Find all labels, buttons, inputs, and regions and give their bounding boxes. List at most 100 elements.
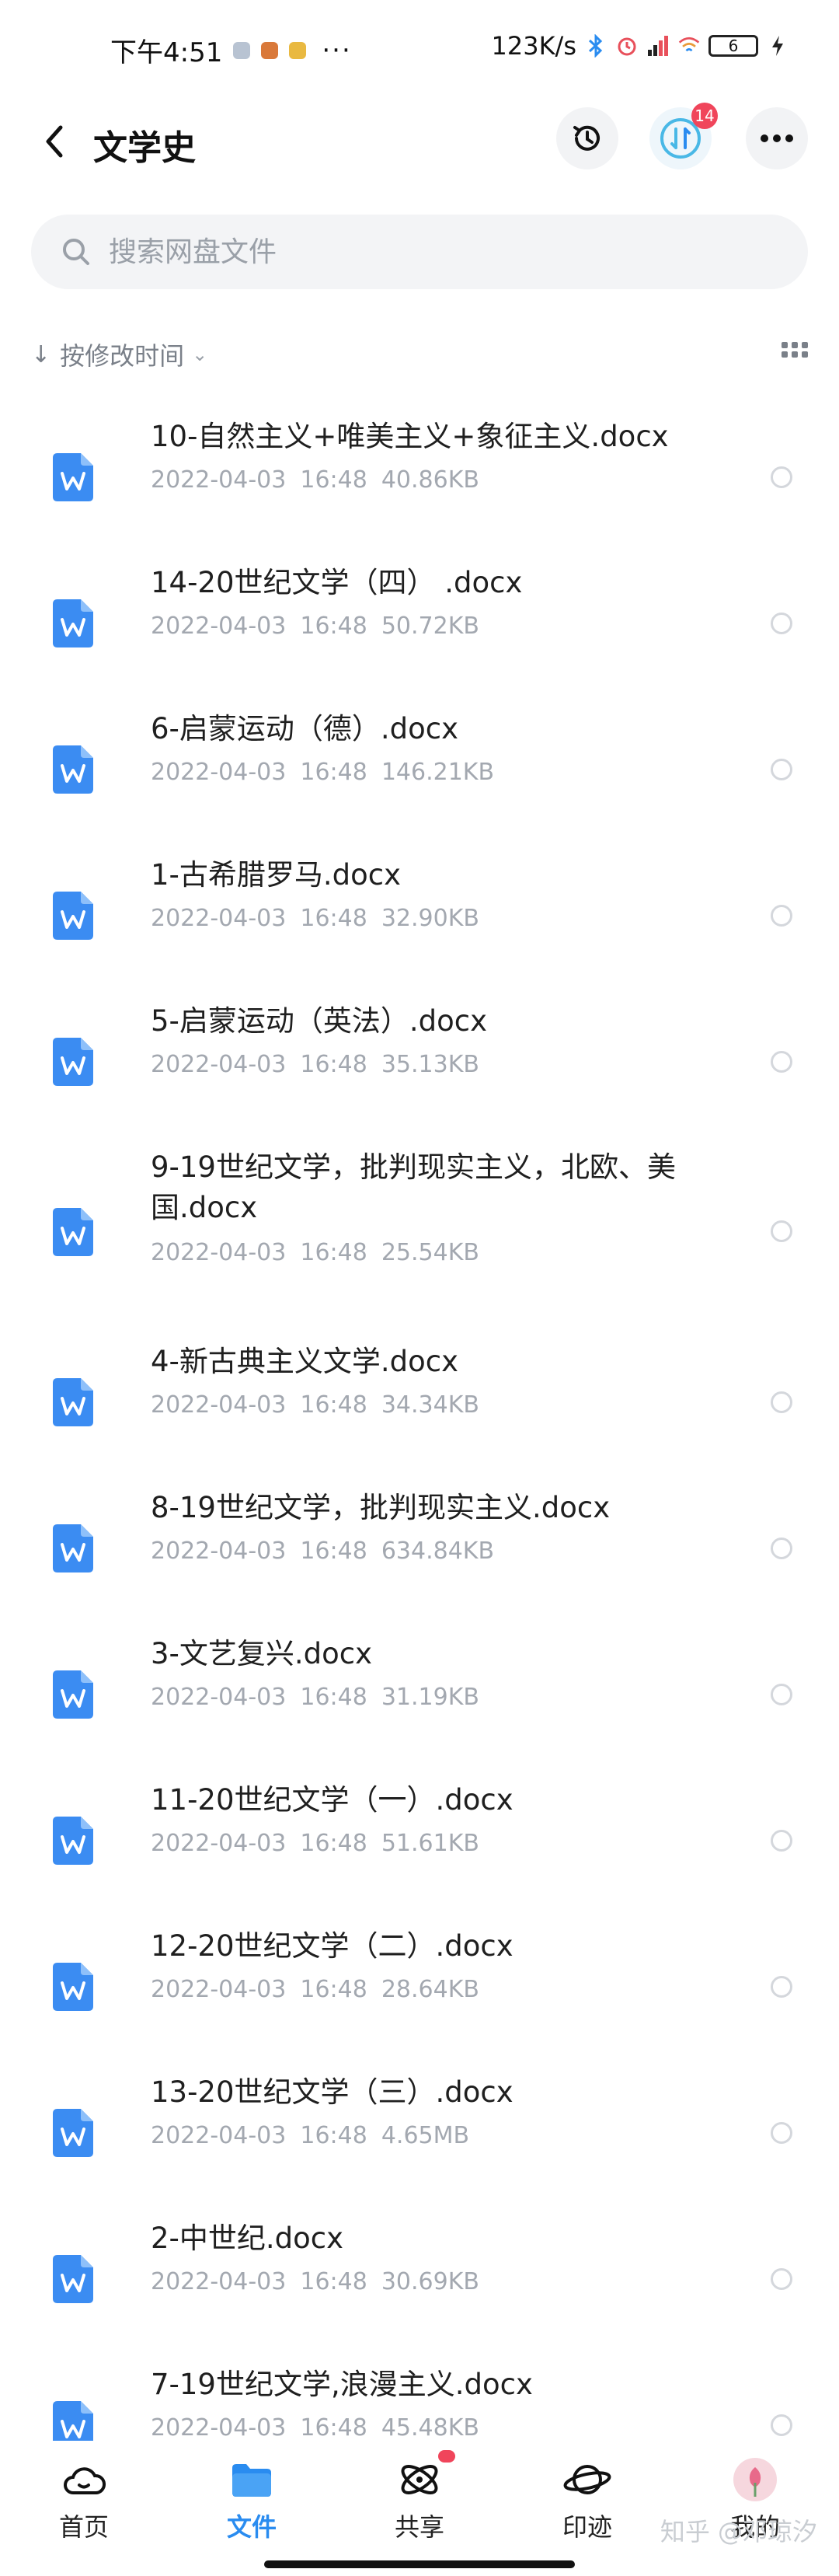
select-radio[interactable] — [771, 2122, 792, 2144]
file-date: 2022-04-03 — [151, 2268, 287, 2295]
file-date: 2022-04-03 — [151, 905, 287, 932]
home-indicator[interactable] — [264, 2560, 575, 2568]
nav-item-traces[interactable]: 印迹 — [503, 2441, 671, 2576]
file-time: 16:48 — [300, 1051, 367, 1078]
word-doc-icon — [53, 2109, 93, 2157]
word-doc-icon — [53, 453, 93, 501]
file-date: 2022-04-03 — [151, 1684, 287, 1711]
nav-item-files[interactable]: 文件 — [168, 2441, 336, 2576]
sort-label: 按修改时间 — [60, 341, 185, 371]
file-row[interactable]: 5-启蒙运动（英法）.docx 2022-04-03 16:48 35.13KB — [0, 989, 839, 1135]
file-row[interactable]: 11-20世纪文学（一）.docx 2022-04-03 16:48 51.61KB — [0, 1768, 839, 1914]
word-doc-icon — [53, 1670, 93, 1719]
sort-down-arrow-icon: ↓ — [31, 340, 51, 368]
file-row[interactable]: 1-古希腊罗马.docx 2022-04-03 16:48 32.90KB — [0, 843, 839, 989]
signal-icon — [646, 34, 670, 58]
file-meta: 2022-04-03 16:48 40.86KB — [151, 466, 479, 494]
notification-icon — [233, 41, 251, 59]
select-radio[interactable] — [771, 466, 792, 488]
word-doc-icon — [53, 2255, 93, 2303]
nav-item-home[interactable]: 首页 — [0, 2441, 168, 2576]
select-radio[interactable] — [771, 759, 792, 780]
word-doc-icon — [53, 1208, 93, 1256]
file-row[interactable]: 3-文艺复兴.docx 2022-04-03 16:48 31.19KB — [0, 1621, 839, 1768]
file-meta: 2022-04-03 16:48 45.48KB — [151, 2414, 479, 2442]
select-radio[interactable] — [771, 1976, 792, 1998]
file-size: 30.69KB — [381, 2268, 479, 2295]
file-name: 10-自然主义+唯美主义+象征主义.docx — [151, 420, 669, 453]
file-size: 35.13KB — [381, 1051, 479, 1078]
file-size: 51.61KB — [381, 1830, 479, 1857]
file-date: 2022-04-03 — [151, 466, 287, 494]
nav-item-mine[interactable]: 我的 — [671, 2441, 839, 2576]
file-size: 45.48KB — [381, 2414, 479, 2442]
file-row[interactable]: 8-19世纪文学，批判现实主义.docx 2022-04-03 16:48 634.8… — [0, 1475, 839, 1621]
nav-item-share[interactable]: 共享 — [336, 2441, 503, 2576]
more-button[interactable] — [746, 107, 808, 169]
planet-icon — [562, 2455, 612, 2504]
select-radio[interactable] — [771, 1051, 792, 1073]
file-size: 146.21KB — [381, 759, 495, 786]
file-name: 14-20世纪文学（四） .docx — [151, 566, 523, 599]
file-date: 2022-04-03 — [151, 2414, 287, 2442]
charging-icon — [766, 34, 789, 58]
cloud-home-icon — [59, 2455, 109, 2504]
history-button[interactable] — [556, 107, 618, 169]
bluetooth-icon — [584, 34, 607, 58]
word-doc-icon — [53, 1963, 93, 2011]
nav-label: 共享 — [394, 2512, 444, 2542]
file-row[interactable]: 6-启蒙运动（德）.docx 2022-04-03 16:48 146.21KB — [0, 696, 839, 843]
search-input[interactable] — [107, 235, 747, 269]
history-icon — [573, 125, 600, 151]
file-date: 2022-04-03 — [151, 1239, 287, 1266]
file-date: 2022-04-03 — [151, 1830, 287, 1857]
file-row[interactable]: 2-中世纪.docx 2022-04-03 16:48 30.69KB — [0, 2206, 839, 2352]
select-radio[interactable] — [771, 1538, 792, 1559]
transfer-button[interactable]: 14 — [649, 103, 718, 169]
file-date: 2022-04-03 — [151, 759, 287, 786]
file-time: 16:48 — [300, 2414, 367, 2442]
word-doc-icon — [53, 745, 93, 794]
file-time: 16:48 — [300, 466, 367, 494]
battery-icon: 6 — [708, 35, 758, 57]
notification-icon — [261, 41, 279, 59]
file-row[interactable]: 10-自然主义+唯美主义+象征主义.docx 2022-04-03 16:48 40.… — [0, 404, 839, 550]
select-radio[interactable] — [771, 1830, 792, 1852]
select-radio[interactable] — [771, 1684, 792, 1705]
select-radio[interactable] — [771, 2414, 792, 2436]
status-bar: 下午4:51 ··· 123K/s 6 — [0, 0, 839, 101]
grid-view-icon[interactable] — [782, 342, 808, 362]
file-name: 6-启蒙运动（德）.docx — [151, 712, 459, 745]
word-doc-icon — [53, 599, 93, 647]
select-radio[interactable] — [771, 1391, 792, 1413]
watermark: 知乎 @邓琼汐 — [660, 2517, 817, 2546]
file-meta: 2022-04-03 16:48 35.13KB — [151, 1051, 479, 1078]
file-date: 2022-04-03 — [151, 2122, 287, 2149]
file-name: 11-20世纪文学（一）.docx — [151, 1783, 513, 1817]
file-meta: 2022-04-03 16:48 25.54KB — [151, 1239, 479, 1266]
file-date: 2022-04-03 — [151, 613, 287, 640]
file-name: 2-中世纪.docx — [151, 2222, 344, 2255]
more-notifications-icon: ··· — [322, 34, 352, 66]
file-size: 4.65MB — [381, 2122, 470, 2149]
file-row[interactable]: 12-20世纪文学（二）.docx 2022-04-03 16:48 28.64KB — [0, 1914, 839, 2060]
nav-label: 文件 — [226, 2512, 277, 2542]
bottom-nav: 首页 文件 共享 印迹 我的 — [0, 2441, 839, 2576]
file-row[interactable]: 4-新古典主义文学.docx 2022-04-03 16:48 34.34KB — [0, 1329, 839, 1475]
file-name: 5-启蒙运动（英法）.docx — [151, 1004, 488, 1038]
select-radio[interactable] — [771, 1220, 792, 1242]
file-date: 2022-04-03 — [151, 1976, 287, 2003]
file-name: 8-19世纪文学，批判现实主义.docx — [151, 1491, 611, 1524]
select-radio[interactable] — [771, 905, 792, 927]
sort-selector[interactable]: ↓ 按修改时间 ⌄ — [31, 337, 207, 372]
back-button[interactable] — [31, 118, 78, 165]
file-row[interactable]: 14-20世纪文学（四） .docx 2022-04-03 16:48 50.72KB — [0, 550, 839, 696]
file-row[interactable]: 9-19世纪文学，批判现实主义，北欧、美国.docx 2022-04-03 16:4… — [0, 1135, 839, 1329]
select-radio[interactable] — [771, 613, 792, 634]
search-bar[interactable] — [31, 215, 808, 289]
alarm-icon — [615, 34, 639, 58]
file-size: 50.72KB — [381, 613, 479, 640]
avatar-icon — [730, 2455, 780, 2504]
file-row[interactable]: 13-20世纪文学（三）.docx 2022-04-03 16:48 4.65MB — [0, 2060, 839, 2206]
select-radio[interactable] — [771, 2268, 792, 2290]
